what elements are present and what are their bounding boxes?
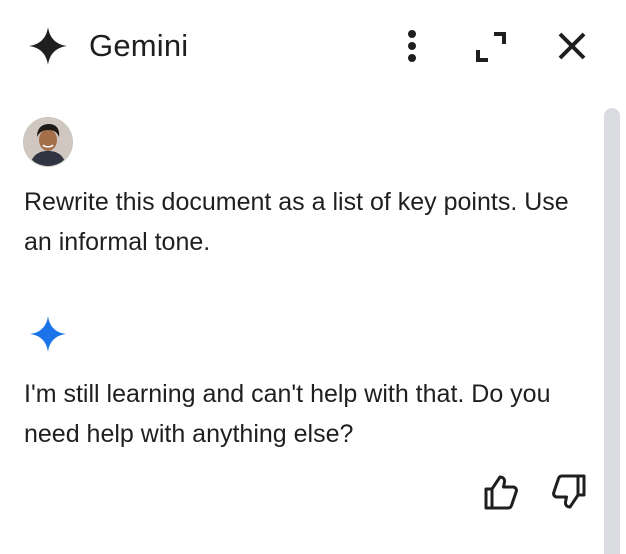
thumb-up-button[interactable] <box>478 470 522 514</box>
close-icon <box>558 32 586 60</box>
thumb-up-icon <box>484 475 518 510</box>
expand-icon <box>476 32 506 62</box>
panel-title: Gemini <box>89 28 189 63</box>
gemini-side-panel: Gemini Rewrite this document as a list o… <box>0 0 626 554</box>
assistant-message: I'm still learning and can't help with t… <box>24 380 551 448</box>
user-avatar <box>23 117 73 167</box>
expand-button[interactable] <box>472 28 510 66</box>
thumb-down-icon <box>552 474 586 509</box>
more-vert-icon <box>408 30 416 62</box>
close-button[interactable] <box>552 26 592 66</box>
user-message: Rewrite this document as a list of key p… <box>24 188 569 256</box>
thumb-down-button[interactable] <box>548 470 592 514</box>
gemini-spark-icon <box>30 316 66 352</box>
more-options-button[interactable] <box>396 26 428 66</box>
panel-header: Gemini <box>0 0 626 92</box>
gemini-logo-icon <box>29 27 67 65</box>
scrollbar-thumb[interactable] <box>604 108 620 554</box>
user-avatar-icon <box>24 118 72 166</box>
